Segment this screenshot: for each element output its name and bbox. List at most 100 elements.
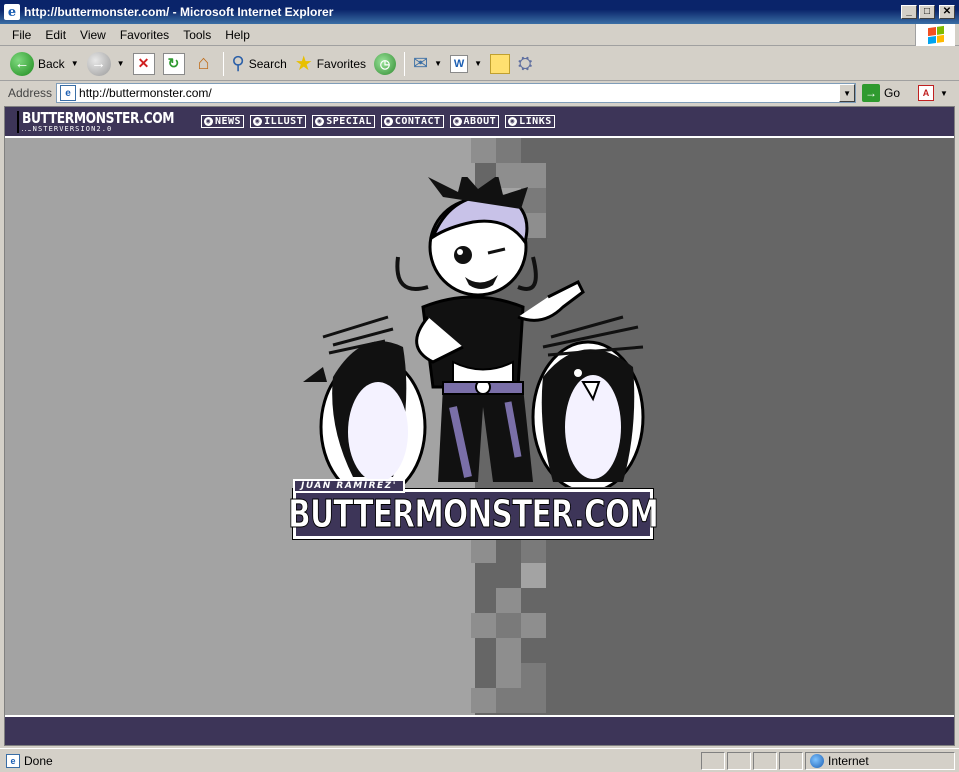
back-label: Back	[38, 56, 65, 71]
research-button[interactable]: ⛭	[514, 49, 536, 79]
go-button[interactable]: → Go	[862, 84, 900, 102]
nav-bullet-icon: ◉	[452, 117, 462, 126]
nav-news-label: NEWS	[215, 116, 242, 127]
go-label: Go	[884, 86, 901, 100]
site-logo[interactable]: BUTTERMONSTER.COM MONSTERVERSION2.0	[17, 109, 197, 135]
status-cell	[779, 751, 803, 770]
toolbar-separator	[222, 51, 224, 76]
address-input[interactable]	[79, 86, 840, 100]
banner-author-tag: JUAN RAMIREZ'	[293, 479, 405, 493]
menu-favorites[interactable]: Favorites	[113, 28, 176, 42]
history-button[interactable]: ◷	[370, 49, 400, 79]
refresh-icon: ↻	[162, 52, 185, 75]
windows-logo-icon	[915, 24, 955, 46]
forward-dropdown-icon[interactable]: ▼	[117, 59, 125, 68]
site-nav-bar: BUTTERMONSTER.COM MONSTERVERSION2.0 ◉ NEW…	[5, 107, 954, 138]
edit-button[interactable]: W ▼	[446, 49, 486, 79]
forward-button[interactable]: → ▼	[83, 49, 129, 79]
title-bar: e http://buttermonster.com/ - Microsoft …	[0, 0, 959, 24]
left-penguin	[303, 315, 427, 487]
home-icon: ⌂	[197, 52, 210, 74]
menu-tools[interactable]: Tools	[176, 28, 218, 42]
search-icon: ⚲	[231, 53, 245, 73]
maximize-button[interactable]: □	[919, 5, 935, 19]
menu-edit[interactable]: Edit	[38, 28, 73, 42]
address-label: Address	[8, 86, 53, 100]
nav-bullet-icon: ◉	[508, 117, 518, 126]
toolbar-separator	[404, 51, 406, 76]
zone-label: Internet	[828, 753, 869, 768]
address-field[interactable]: e ▼	[56, 83, 857, 103]
back-arrow-icon: ←	[10, 51, 34, 76]
nav-special[interactable]: ◉ SPECIAL	[312, 115, 375, 128]
refresh-button[interactable]: ↻	[159, 49, 189, 79]
forward-arrow-icon: →	[86, 51, 111, 76]
logo-subtitle: MONSTERVERSION2.0	[22, 124, 113, 133]
favorites-label: Favorites	[316, 56, 367, 71]
pdf-icon: A	[918, 85, 935, 101]
search-label: Search	[248, 56, 287, 71]
stop-button[interactable]: ✕	[129, 49, 159, 79]
note-icon	[489, 53, 510, 74]
nav-links-label: LINKS	[519, 116, 552, 127]
nav-illust[interactable]: ◉ ILLUST	[250, 115, 307, 128]
page-icon: e	[60, 85, 77, 101]
nav-news[interactable]: ◉ NEWS	[201, 115, 245, 128]
status-cell	[727, 751, 751, 770]
status-bar: e Done Internet	[0, 748, 959, 772]
menu-view[interactable]: View	[73, 28, 113, 42]
nav-contact[interactable]: ◉ CONTACT	[380, 115, 444, 128]
window-title: http://buttermonster.com/ - Microsoft In…	[24, 5, 334, 19]
go-arrow-icon: →	[862, 84, 881, 102]
menu-bar: File Edit View Favorites Tools Help	[0, 24, 959, 46]
hero-banner[interactable]: BUTTERMONSTER.COM JUAN RAMIREZ'	[288, 479, 659, 540]
mail-icon: ✉	[413, 53, 429, 73]
status-text: Done	[24, 753, 53, 768]
edit-dropdown-icon[interactable]: ▼	[474, 59, 482, 68]
discuss-button[interactable]	[486, 49, 514, 79]
status-cell	[753, 751, 777, 770]
status-cell	[701, 751, 725, 770]
search-button[interactable]: ⚲ Search	[228, 49, 291, 79]
extra-dropdown-icon[interactable]: ▼	[940, 89, 948, 98]
back-dropdown-icon[interactable]: ▼	[71, 59, 79, 68]
banner-title: BUTTERMONSTER.COM	[288, 492, 660, 537]
ie-icon: e	[4, 4, 20, 20]
nav-illust-label: ILLUST	[264, 116, 304, 127]
nav-bullet-icon: ◉	[383, 117, 393, 126]
menu-file[interactable]: File	[0, 28, 38, 42]
address-bar: Address e ▼ → Go A ▼	[0, 81, 959, 105]
stop-icon: ✕	[132, 52, 155, 75]
nav-contact-label: CONTACT	[394, 116, 441, 127]
minimize-button[interactable]: _	[901, 5, 917, 19]
nav-links[interactable]: ◉ LINKS	[505, 115, 555, 128]
mail-dropdown-icon[interactable]: ▼	[434, 59, 442, 68]
logo-title: BUTTERMONSTER.COM	[22, 108, 175, 127]
character-illustration	[303, 177, 645, 487]
monster-logo-icon	[17, 110, 33, 133]
address-dropdown-icon[interactable]: ▼	[839, 84, 856, 102]
page-viewport: BUTTERMONSTER.COM MONSTERVERSION2.0 ◉ NEW…	[4, 106, 955, 746]
close-button[interactable]: ✕	[939, 5, 955, 19]
word-edit-icon: W	[450, 54, 469, 73]
standard-toolbar: ← Back ▼ → ▼ ✕ ↻ ⌂ ⚲ Search ★ Favorites …	[0, 47, 959, 81]
back-button[interactable]: ← Back ▼	[6, 49, 83, 79]
nav-about-label: ABOUT	[463, 116, 497, 127]
home-button[interactable]: ⌂	[189, 49, 219, 79]
nav-bullet-icon: ◉	[204, 117, 213, 126]
nav-bullet-icon: ◉	[253, 117, 263, 126]
toolbar-extra[interactable]: A ▼	[918, 85, 948, 101]
right-penguin	[531, 315, 645, 487]
nav-special-label: SPECIAL	[326, 116, 372, 127]
globe-icon	[810, 753, 824, 768]
nav-bullet-icon: ◉	[315, 117, 325, 126]
site-footer-bar	[5, 715, 954, 745]
security-zone[interactable]: Internet	[805, 751, 955, 770]
menu-help[interactable]: Help	[218, 28, 257, 42]
mail-button[interactable]: ✉ ▼	[409, 49, 446, 79]
star-icon: ★	[294, 53, 313, 75]
nav-about[interactable]: ◉ ABOUT	[449, 115, 500, 128]
favorites-button[interactable]: ★ Favorites	[291, 49, 370, 79]
banner-main: BUTTERMONSTER.COM	[288, 488, 659, 540]
page-status-icon: e	[6, 753, 20, 768]
